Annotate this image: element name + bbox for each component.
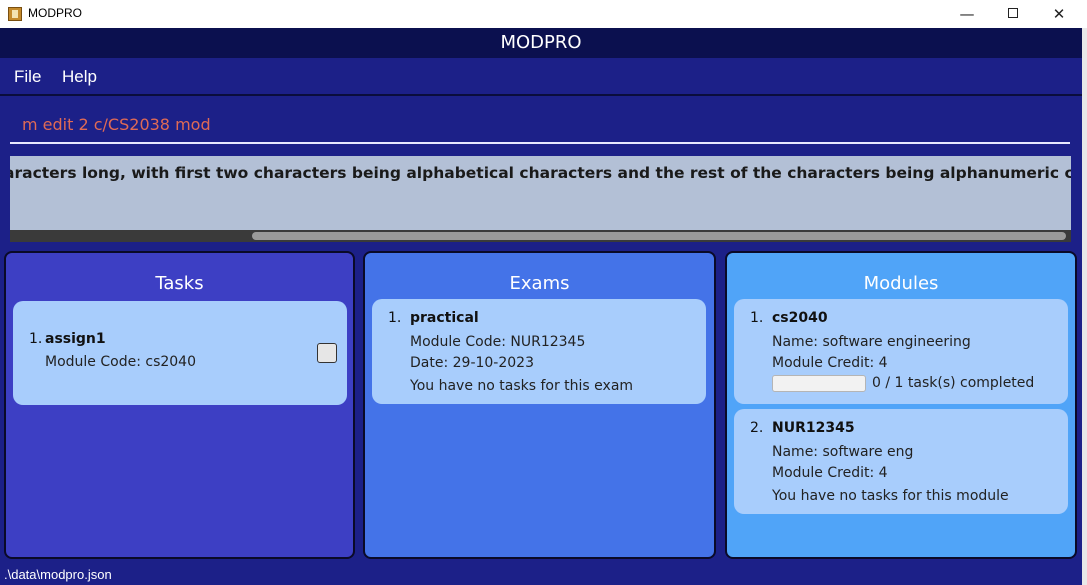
exams-panel: Exams 1. practical Module Code: NUR12345… xyxy=(363,251,716,559)
exams-panel-title: Exams xyxy=(509,273,570,294)
exam-module-code: Module Code: NUR12345 xyxy=(410,334,586,350)
module-tasks-note: You have no tasks for this module xyxy=(772,488,1009,504)
tasks-panel-title: Tasks xyxy=(155,273,204,294)
module-credit: Module Credit: 4 xyxy=(772,355,888,371)
module-full-name: Name: software eng xyxy=(772,444,914,460)
menu-bar: File Help xyxy=(0,58,1082,96)
exam-card[interactable]: 1. practical Module Code: NUR12345 Date:… xyxy=(372,299,706,404)
minimize-icon: — xyxy=(959,5,975,23)
data-file-path: .\data\modpro.json xyxy=(4,567,112,582)
menu-file[interactable]: File xyxy=(14,67,41,87)
modules-panel: Modules 1. cs2040 Name: software enginee… xyxy=(725,251,1077,559)
window-title: MODPRO xyxy=(28,6,82,20)
task-card[interactable]: 1. assign1 Module Code: cs2040 xyxy=(13,301,347,405)
menu-help[interactable]: Help xyxy=(62,67,97,87)
result-horizontal-scrollbar[interactable] xyxy=(10,230,1071,242)
task-index: 1. xyxy=(29,331,43,347)
modules-panel-title: Modules xyxy=(863,273,939,294)
module-credit: Module Credit: 4 xyxy=(772,465,888,481)
exam-tasks-note: You have no tasks for this exam xyxy=(410,378,634,394)
window-edge xyxy=(1082,28,1087,585)
command-input[interactable] xyxy=(10,106,1070,144)
task-name: assign1 xyxy=(45,331,106,347)
close-icon: ✕ xyxy=(1052,5,1066,23)
app-icon xyxy=(8,7,22,21)
module-progress-bar xyxy=(772,375,866,392)
app-header: MODPRO xyxy=(0,28,1082,58)
task-module-code: Module Code: cs2040 xyxy=(45,354,196,370)
window-titlebar: MODPRO — ✕ xyxy=(0,0,1087,28)
scrollbar-thumb[interactable] xyxy=(252,232,1066,240)
exam-name: practical xyxy=(410,310,479,326)
close-button[interactable]: ✕ xyxy=(1036,0,1082,28)
task-done-checkbox[interactable] xyxy=(317,343,337,363)
module-card[interactable]: 1. cs2040 Name: software engineering Mod… xyxy=(734,299,1068,404)
result-message: aracters long, with first two characters… xyxy=(10,164,1071,182)
module-full-name: Name: software engineering xyxy=(772,334,971,350)
module-index: 2. xyxy=(750,420,764,436)
module-name: cs2040 xyxy=(772,310,828,326)
status-bar: .\data\modpro.json xyxy=(0,565,1082,585)
minimize-button[interactable]: — xyxy=(944,0,990,28)
maximize-icon xyxy=(1008,8,1018,18)
exam-index: 1. xyxy=(388,310,402,326)
command-area xyxy=(0,98,1082,148)
maximize-button[interactable] xyxy=(990,0,1036,28)
module-name: NUR12345 xyxy=(772,420,855,436)
result-display: aracters long, with first two characters… xyxy=(10,156,1071,230)
module-progress-text: 0 / 1 task(s) completed xyxy=(872,375,1035,391)
module-index: 1. xyxy=(750,310,764,326)
exam-date: Date: 29-10-2023 xyxy=(410,355,534,371)
tasks-panel: Tasks 1. assign1 Module Code: cs2040 xyxy=(4,251,355,559)
module-card[interactable]: 2. NUR12345 Name: software eng Module Cr… xyxy=(734,409,1068,514)
